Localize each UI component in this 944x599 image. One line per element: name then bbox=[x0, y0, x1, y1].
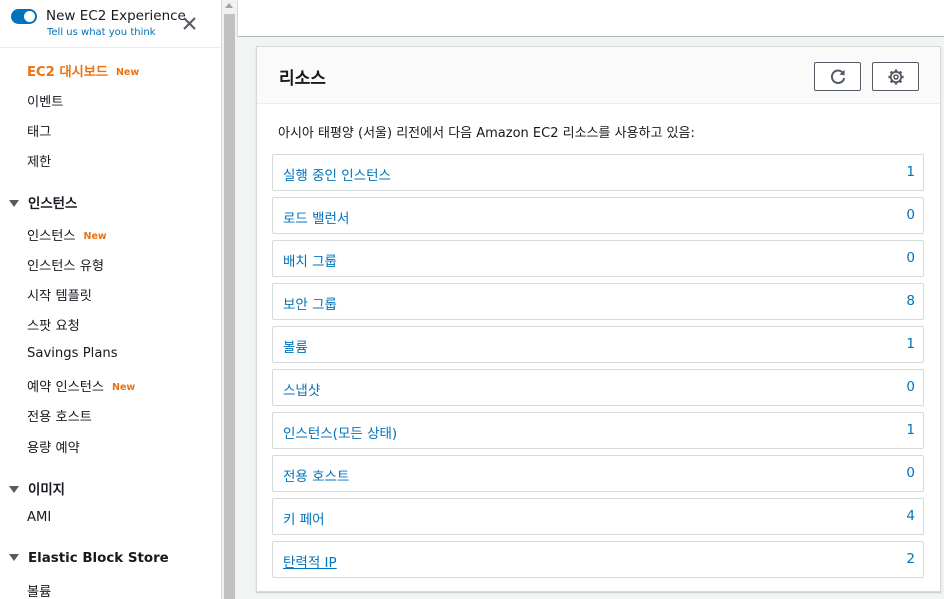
resource-row-running-instances[interactable]: 실행 중인 인스턴스 1 bbox=[272, 154, 924, 191]
sidebar-item-events[interactable]: 이벤트 bbox=[27, 91, 63, 110]
resource-row-placement-groups[interactable]: 배치 그룹 0 bbox=[272, 240, 924, 277]
new-experience-header: New EC2 Experience Tell us what you thin… bbox=[0, 0, 221, 48]
resource-count[interactable]: 2 bbox=[906, 551, 915, 567]
resource-label[interactable]: 전용 호스트 bbox=[283, 465, 349, 485]
resource-row-key-pairs[interactable]: 키 페어 4 bbox=[272, 498, 924, 535]
sidebar-item-label: EC2 대시보드 bbox=[27, 65, 108, 80]
resource-label[interactable]: 보안 그룹 bbox=[283, 293, 337, 313]
section-images[interactable]: 이미지 bbox=[9, 478, 65, 498]
scroll-up-arrow-icon[interactable] bbox=[225, 3, 233, 8]
sidebar-item-tags[interactable]: 태그 bbox=[27, 121, 51, 140]
resource-label[interactable]: 탄력적 IP bbox=[283, 551, 337, 571]
resource-count[interactable]: 0 bbox=[906, 250, 915, 266]
resource-count[interactable]: 1 bbox=[906, 164, 915, 180]
sidebar-item-label: 예약 인스턴스 bbox=[27, 380, 104, 395]
scrollbar-thumb[interactable] bbox=[224, 14, 235, 599]
resource-row-instances-all-states[interactable]: 인스턴스(모든 상태) 1 bbox=[272, 412, 924, 449]
resource-count[interactable]: 0 bbox=[906, 207, 915, 223]
section-elastic-block-store[interactable]: Elastic Block Store bbox=[9, 551, 169, 566]
resource-count[interactable]: 1 bbox=[906, 336, 915, 352]
resource-label[interactable]: 키 페어 bbox=[283, 508, 325, 528]
resources-card: 리소스 아시아 태평양 (서울) 리전에서 다음 Amazon EC2 리소스를… bbox=[256, 46, 941, 592]
resource-row-dedicated-hosts[interactable]: 전용 호스트 0 bbox=[272, 455, 924, 492]
sidebar-item-savings-plans[interactable]: Savings Plans bbox=[27, 346, 118, 361]
resource-label[interactable]: 로드 밸런서 bbox=[283, 207, 349, 227]
section-title: 인스턴스 bbox=[28, 197, 78, 212]
feedback-link[interactable]: Tell us what you think bbox=[47, 27, 156, 38]
resource-row-security-groups[interactable]: 보안 그룹 8 bbox=[272, 283, 924, 320]
resource-row-load-balancers[interactable]: 로드 밸런서 0 bbox=[272, 197, 924, 234]
resource-label[interactable]: 스냅샷 bbox=[283, 379, 320, 399]
sidebar-item-spot-requests[interactable]: 스팟 요청 bbox=[27, 315, 80, 334]
toggle-knob bbox=[24, 11, 35, 22]
resource-row-snapshots[interactable]: 스냅샷 0 bbox=[272, 369, 924, 406]
resource-count[interactable]: 4 bbox=[906, 508, 915, 524]
resource-label[interactable]: 실행 중인 인스턴스 bbox=[283, 164, 391, 184]
new-badge: New bbox=[115, 67, 140, 78]
sidebar-item-capacity-reservations[interactable]: 용량 예약 bbox=[27, 437, 80, 456]
resource-row-volumes[interactable]: 볼륨 1 bbox=[272, 326, 924, 363]
sidebar-item-reserved-instances[interactable]: 예약 인스턴스 New bbox=[27, 376, 135, 395]
resource-count[interactable]: 8 bbox=[906, 293, 915, 309]
caret-down-icon bbox=[9, 554, 19, 561]
resources-title: 리소스 bbox=[279, 69, 326, 89]
caret-down-icon bbox=[9, 200, 19, 207]
sidebar-scrollbar[interactable] bbox=[222, 0, 237, 599]
refresh-icon bbox=[830, 69, 846, 84]
resource-label[interactable]: 인스턴스(모든 상태) bbox=[283, 422, 397, 442]
sidebar-item-label: 인스턴스 bbox=[27, 229, 76, 244]
resource-row-elastic-ips[interactable]: 탄력적 IP 2 bbox=[272, 541, 924, 578]
new-badge: New bbox=[112, 382, 136, 393]
gear-icon bbox=[888, 69, 904, 85]
sidebar-navigation: New EC2 Experience Tell us what you thin… bbox=[0, 0, 222, 599]
sidebar-item-dedicated-hosts[interactable]: 전용 호스트 bbox=[27, 406, 92, 425]
new-badge: New bbox=[83, 231, 107, 242]
top-panel bbox=[237, 0, 944, 37]
sidebar-item-ami[interactable]: AMI bbox=[27, 510, 51, 525]
caret-down-icon bbox=[9, 486, 19, 493]
new-experience-title: New EC2 Experience bbox=[46, 8, 186, 24]
section-title: Elastic Block Store bbox=[28, 551, 169, 566]
sidebar-item-ec2-dashboard[interactable]: EC2 대시보드 New bbox=[27, 61, 139, 80]
refresh-button[interactable] bbox=[814, 62, 861, 91]
resources-card-header: 리소스 bbox=[257, 47, 940, 104]
resource-label[interactable]: 볼륨 bbox=[283, 336, 308, 356]
sidebar-item-limits[interactable]: 제한 bbox=[27, 151, 51, 170]
divider bbox=[237, 0, 238, 37]
section-title: 이미지 bbox=[28, 483, 65, 498]
new-experience-toggle[interactable] bbox=[11, 9, 37, 24]
sidebar-item-launch-templates[interactable]: 시작 템플릿 bbox=[27, 285, 92, 304]
sidebar-item-instances[interactable]: 인스턴스 New bbox=[27, 225, 107, 244]
sidebar-item-instance-types[interactable]: 인스턴스 유형 bbox=[27, 255, 104, 274]
resource-count[interactable]: 0 bbox=[906, 379, 915, 395]
resource-count[interactable]: 0 bbox=[906, 465, 915, 481]
resources-description: 아시아 태평양 (서울) 리전에서 다음 Amazon EC2 리소스를 사용하… bbox=[278, 126, 695, 141]
resource-count[interactable]: 1 bbox=[906, 422, 915, 438]
settings-button[interactable] bbox=[872, 62, 919, 91]
resource-label[interactable]: 배치 그룹 bbox=[283, 250, 337, 270]
close-icon[interactable] bbox=[181, 15, 198, 32]
sidebar-item-volumes[interactable]: 볼륨 bbox=[27, 581, 51, 599]
section-instances[interactable]: 인스턴스 bbox=[9, 192, 77, 212]
